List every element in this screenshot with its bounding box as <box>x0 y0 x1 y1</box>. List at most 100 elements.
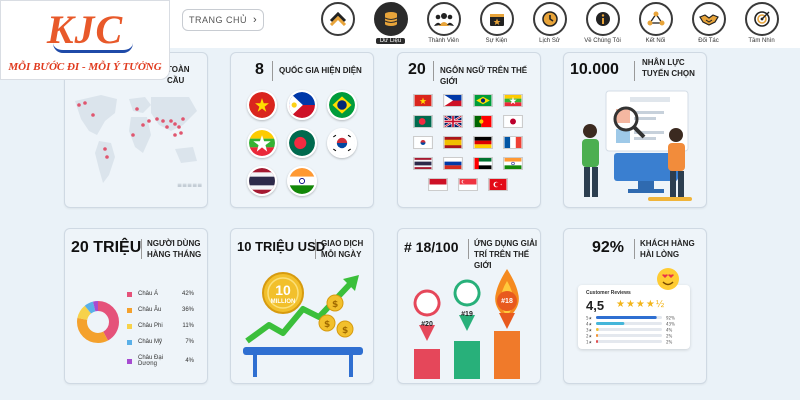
flag-south-korea-icon <box>413 136 433 149</box>
legend-row: Châu Mỹ 7% <box>127 339 194 345</box>
legend-swatch <box>127 339 132 345</box>
nav-item-partners[interactable]: Đối Tác <box>683 2 734 46</box>
reviews-rating: 4,5 <box>586 298 605 313</box>
legend-label: Châu Mỹ <box>138 339 163 345</box>
nav-item-vision[interactable]: Tầm Nhìn <box>736 2 787 46</box>
flag-thailand-icon <box>413 157 433 170</box>
flag-germany-icon <box>473 136 493 149</box>
legend-swatch <box>127 291 132 297</box>
smile-heart-eyes-icon <box>657 268 679 290</box>
flag-bangladesh-icon <box>287 128 317 158</box>
rank-pin-20: #20 <box>421 321 433 328</box>
card-countries: 8 QUỐC GIA HIỆN DIỆN <box>230 52 374 208</box>
legend-value: 4% <box>185 358 194 364</box>
nav-item-data[interactable]: Dữ Liệu <box>365 2 416 46</box>
flag-france-icon <box>503 136 523 149</box>
nav-item-history[interactable]: Lịch Sử <box>524 2 575 46</box>
flag-russia-icon <box>443 157 463 170</box>
nav-item-connect[interactable]: Kết Nối <box>630 2 681 46</box>
star-rating-icon: ★★★★½ <box>616 299 666 310</box>
review-bar <box>596 328 599 331</box>
breadcrumb[interactable]: TRANG CHỦ › <box>182 9 265 31</box>
review-bar-label: 2★ <box>586 334 593 339</box>
flag-brazil-icon <box>327 90 357 120</box>
review-bar-value: 92% <box>666 316 675 321</box>
nav-label: Kết Nối <box>645 38 666 44</box>
review-bar-label: 3★ <box>586 328 593 333</box>
nav-label: Lịch Sử <box>539 38 560 44</box>
flag-thailand-icon <box>247 166 277 196</box>
stat-staff: 10.000 <box>570 61 619 78</box>
flag-japan-icon <box>503 115 523 128</box>
review-bar-track <box>596 334 662 337</box>
nav-label: Đối Tác <box>698 38 719 44</box>
team-icon <box>426 2 461 36</box>
stat-languages: 20 <box>408 61 426 78</box>
legend-row: Châu Đại Dương 4% <box>127 355 194 367</box>
legend-row: Châu Á 42% <box>127 291 194 297</box>
review-bar-value: 2% <box>666 334 673 339</box>
divider <box>634 61 635 81</box>
card-caption: QUỐC GIA HIỆN DIỆN <box>279 66 362 75</box>
card-caption: NGÔN NGỮ TRÊN THẾ GIỚI <box>440 66 528 86</box>
reviews-panel: Customer Reviews 4,5 ★★★★½ 5★ 92% 4★ 43% 3★ 4… <box>578 285 690 349</box>
flag-myanmar-icon <box>247 128 277 158</box>
card-staff: 10.000 NHÂN LỰC TUYỂN CHỌN <box>563 52 707 208</box>
svg-text:$: $ <box>324 320 330 330</box>
stat-countries: 8 <box>255 61 264 78</box>
review-bar-track <box>596 328 662 331</box>
review-bar-value: 2% <box>666 340 673 345</box>
flag-brazil-icon <box>473 94 493 107</box>
users-donut-chart <box>77 301 119 343</box>
card-caption-line2: MỖI NGÀY <box>321 250 362 259</box>
legend-row: Châu Âu 36% <box>127 307 194 313</box>
world-map: ≡≡≡≡≡ <box>75 95 202 189</box>
flag-portugal-icon <box>473 115 493 128</box>
flag-turkey-icon <box>488 178 508 191</box>
info-icon <box>585 2 620 36</box>
flag-indonesia-icon <box>428 178 448 191</box>
logo-swoosh <box>53 43 133 53</box>
card-caption-line1: NHÂN LỰC <box>642 58 685 67</box>
nav-item-events[interactable]: Sự Kiện <box>471 2 522 46</box>
nav-label: Tầm Nhìn <box>748 38 775 44</box>
flag-myanmar-icon <box>503 94 523 107</box>
nav-item-members[interactable]: Thành Viên <box>418 2 469 46</box>
card-caption-line1: GIAO DỊCH <box>321 239 364 248</box>
recruitment-illustration <box>582 90 692 201</box>
legend-value: 11% <box>182 323 194 329</box>
nav-item-up[interactable] <box>312 2 363 46</box>
flag-spain-icon <box>443 136 463 149</box>
nav-label: Thành Viên <box>428 38 459 44</box>
flag-india-icon <box>287 166 317 196</box>
logo[interactable]: KJC MỖI BƯỚC ĐI - MỖI Ý TƯỞNG <box>0 0 170 80</box>
growth-illustration: $ $ $ <box>243 272 363 377</box>
nav-item-about[interactable]: Về Chúng Tôi <box>577 2 628 46</box>
stat-satisfaction: 92% <box>592 239 625 256</box>
flag-philippines-icon <box>443 94 463 107</box>
svg-text:$: $ <box>342 326 348 336</box>
legend-swatch <box>127 307 132 313</box>
breadcrumb-home[interactable]: TRANG CHỦ <box>189 15 247 25</box>
divider <box>315 239 316 259</box>
chevron-right-icon: › <box>253 14 258 26</box>
card-satisfaction: 92% KHÁCH HÀNG HÀI LÒNG Customer Reviews… <box>563 228 707 384</box>
legend-value: 42% <box>181 291 194 297</box>
coin-amount: 10 <box>275 282 291 298</box>
card-caption-line2: TUYỂN CHỌN <box>642 69 695 78</box>
stat-ranking: # 18/100 <box>404 239 459 255</box>
flag-singapore-icon <box>458 178 478 191</box>
divider <box>141 239 142 259</box>
legend-value: 36% <box>181 307 194 313</box>
card-caption: TOÀN CẦU <box>167 65 190 85</box>
nav-label: Sự Kiện <box>485 38 508 44</box>
stat-users: 20 TRIỆU <box>71 239 142 256</box>
flag-uae-icon <box>473 157 493 170</box>
logo-slogan: MỖI BƯỚC ĐI - MỖI Ý TƯỞNG <box>8 61 162 73</box>
divider <box>272 61 273 81</box>
main-nav: Dữ Liệu Thành Viên Sự Kiện Lịch Sử Về Ch… <box>312 2 787 46</box>
legend-label: Châu Phi <box>138 323 163 329</box>
card-languages: 20 NGÔN NGỮ TRÊN THẾ GIỚI <box>397 52 541 208</box>
legend-swatch <box>127 323 132 329</box>
divider <box>634 239 635 259</box>
